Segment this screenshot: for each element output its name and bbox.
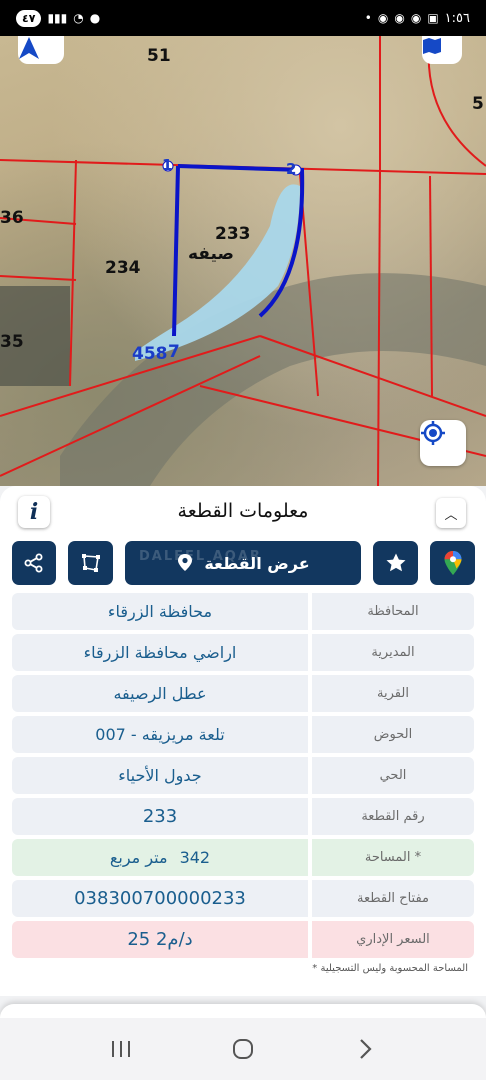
compass-button[interactable] — [18, 36, 64, 64]
parcel-label-51[interactable]: 51 — [147, 46, 171, 66]
back-button[interactable] — [345, 1029, 385, 1069]
parcel-label-36[interactable]: 36 — [0, 208, 24, 228]
detail-row-basin: تلعة مريزيقه - 007 الحوض — [12, 716, 474, 753]
area-number: 342 — [179, 848, 211, 867]
home-icon — [233, 1039, 253, 1059]
status-bar: ٤٧ ▮▮▮ ◔ ● • ◉ ◉ ◉ ▣ ١:٥٦ — [0, 0, 486, 36]
layers-button[interactable] — [422, 36, 462, 64]
basin-label: الحوض — [312, 716, 474, 753]
star-icon — [386, 553, 405, 572]
navigation-arrow-icon — [19, 37, 39, 59]
detail-row-admin-price: 25 د/م2 السعر الإداري — [12, 921, 474, 958]
boundary-line — [377, 171, 381, 486]
google-maps-button[interactable] — [430, 541, 475, 585]
boundary-line — [0, 275, 77, 281]
parcel-label-233[interactable]: 233 — [215, 224, 251, 244]
parcel-details: محافظة الزرقاء المحافظة اراضي محافظة الز… — [12, 593, 474, 962]
measure-polygon-button[interactable] — [68, 541, 113, 585]
show-parcel-label: عرض القطعة — [204, 553, 310, 573]
detail-row-area: متر مربع 342 المساحة * — [12, 839, 474, 876]
parcel-outline — [172, 165, 180, 337]
clock: ١:٥٦ — [444, 10, 470, 26]
back-chevron-icon — [360, 1039, 372, 1059]
detail-row-governorate: محافظة الزرقاء المحافظة — [12, 593, 474, 630]
area-label: المساحة * — [312, 839, 474, 876]
governorate-label: المحافظة — [312, 593, 474, 630]
parcel-key-label: مفتاح القطعة — [312, 880, 474, 917]
signal-icon: ▮▮▮ — [47, 11, 68, 25]
show-parcel-button[interactable]: DALEEL AQAR عرض القطعة — [125, 541, 361, 585]
area-name-label: صيفه — [188, 244, 234, 264]
collapse-button[interactable]: ︿ — [436, 498, 466, 528]
area-unit: متر مربع — [109, 848, 168, 867]
parcel-key-value[interactable]: 038300700000233 — [12, 880, 308, 917]
detail-row-parcel-key: 038300700000233 مفتاح القطعة — [12, 880, 474, 917]
home-button[interactable] — [223, 1029, 263, 1069]
vertex-label-2: 2 — [286, 160, 297, 178]
parcel-label-234[interactable]: 234 — [105, 258, 141, 278]
share-button[interactable] — [12, 541, 56, 585]
admin-price-value: 25 د/م2 — [12, 921, 308, 958]
area-footnote: * المساحة المحسوبة وليس التسجيلية — [312, 963, 468, 974]
boundary-line — [429, 175, 433, 397]
basin-value: تلعة مريزيقه - 007 — [12, 716, 308, 753]
map-layers-icon — [423, 38, 441, 54]
street-suffix-label: 7 — [168, 342, 180, 362]
location-icon: ● — [89, 11, 101, 25]
directorate-value: اراضي محافظة الزرقاء — [12, 634, 308, 671]
area-value: متر مربع 342 — [12, 839, 308, 876]
parcel-label-35[interactable]: 35 — [0, 332, 24, 352]
detail-row-parcel-number: 233 رقم القطعة — [12, 798, 474, 835]
governorate-value: محافظة الزرقاء — [12, 593, 308, 630]
share-icon — [24, 553, 43, 573]
status-right: • ◉ ◉ ◉ ▣ ١:٥٦ — [365, 11, 470, 26]
neighborhood-value: جدول الأحياء — [12, 757, 308, 794]
directorate-label: المديرية — [312, 634, 474, 671]
map-overlay — [0, 36, 486, 486]
panel-title: معلومات القطعة — [177, 500, 309, 522]
messenger-icon: ◉ — [394, 11, 405, 25]
village-label: القرية — [312, 675, 474, 712]
map-view[interactable]: 51 5 36 234 233 صيفه 35 458 7 1 2 — [0, 36, 486, 486]
whatsapp-icon: ◉ — [410, 11, 422, 25]
parcel-number-label: رقم القطعة — [312, 798, 474, 835]
screen-record-icon: ▣ — [427, 11, 439, 25]
status-left: ٤٧ ▮▮▮ ◔ ● — [16, 9, 101, 27]
vertex-label-1: 1 — [162, 156, 173, 174]
polygon-icon — [81, 554, 100, 572]
favorite-button[interactable] — [373, 541, 418, 585]
boundary-line — [69, 159, 77, 387]
chevron-up-icon: ︿ — [444, 507, 458, 523]
detail-row-neighborhood: جدول الأحياء الحي — [12, 757, 474, 794]
detail-row-village: عطل الرصيفه القرية — [12, 675, 474, 712]
dot-icon: • — [364, 11, 372, 25]
battery-indicator: ٤٧ — [16, 9, 42, 27]
app-notification-icon: ◉ — [377, 11, 389, 25]
village-value: عطل الرصيفه — [12, 675, 308, 712]
detail-row-directorate: اراضي محافظة الزرقاء المديرية — [12, 634, 474, 671]
street-label: 458 — [132, 344, 168, 364]
neighborhood-label: الحي — [312, 757, 474, 794]
map-pin-icon — [178, 554, 193, 571]
parcel-info-panel: i معلومات القطعة ︿ DALEEL AQAR عرض القطع… — [0, 486, 486, 996]
panel-header: i معلومات القطعة ︿ — [18, 494, 468, 530]
system-navigation-bar — [0, 1018, 486, 1080]
admin-price-label: السعر الإداري — [312, 921, 474, 958]
my-location-button[interactable] — [420, 420, 466, 466]
parcel-label-5[interactable]: 5 — [472, 94, 484, 114]
parcel-number-value: 233 — [12, 798, 308, 835]
area-value-group: متر مربع 342 — [110, 848, 210, 867]
action-row: DALEEL AQAR عرض القطعة — [12, 541, 475, 585]
recent-apps-button[interactable] — [101, 1029, 141, 1069]
wifi-icon: ◔ — [73, 11, 84, 25]
cadastral-boundaries — [0, 36, 486, 486]
recent-apps-icon — [112, 1041, 130, 1057]
crosshair-icon — [421, 421, 445, 445]
google-maps-icon — [444, 551, 461, 575]
